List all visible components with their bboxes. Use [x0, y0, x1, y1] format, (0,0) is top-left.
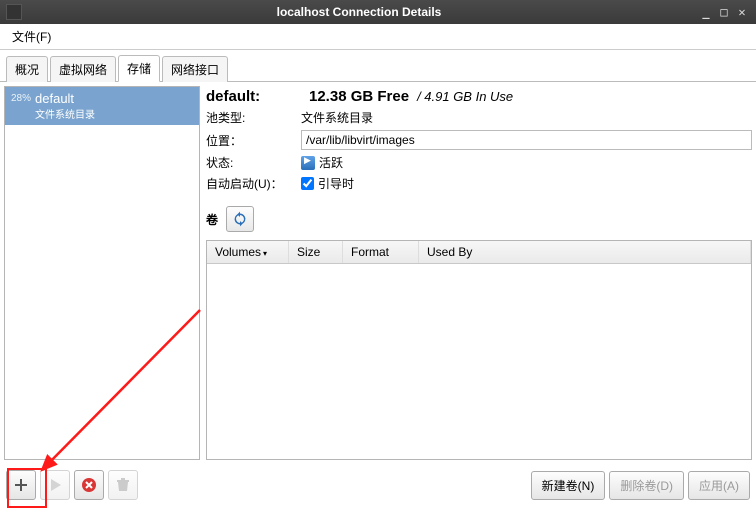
- detail-free-space: 12.38 GB Free: [309, 88, 409, 105]
- column-volumes[interactable]: Volumes▾: [207, 241, 289, 263]
- volumes-table-header: Volumes▾ Size Format Used By: [207, 241, 751, 264]
- plus-icon: [13, 477, 29, 493]
- tab-virtual-networks[interactable]: 虚拟网络: [50, 56, 116, 82]
- column-format[interactable]: Format: [343, 241, 419, 263]
- tab-network-interfaces[interactable]: 网络接口: [162, 56, 228, 82]
- play-icon: [301, 156, 315, 170]
- column-size[interactable]: Size: [289, 241, 343, 263]
- column-used-by[interactable]: Used By: [419, 241, 751, 263]
- autostart-label: 自动启动(U)：: [206, 175, 301, 192]
- menu-file[interactable]: 文件(F): [6, 25, 57, 48]
- add-pool-button[interactable]: [6, 470, 36, 500]
- location-label: 位置：: [206, 132, 301, 149]
- stop-icon: [81, 477, 97, 493]
- chevron-down-icon: ▾: [263, 249, 267, 258]
- volumes-label: 卷: [206, 211, 226, 228]
- delete-pool-button[interactable]: [108, 470, 138, 500]
- autostart-checkbox[interactable]: [301, 177, 314, 190]
- pool-usage-percent: 28%: [11, 93, 31, 104]
- menu-bar: 文件(F): [0, 24, 756, 50]
- start-pool-button[interactable]: [40, 470, 70, 500]
- minimize-button[interactable]: _: [698, 5, 714, 19]
- detail-used-space: / 4.91 GB In Use: [417, 89, 513, 104]
- trash-icon: [115, 477, 131, 493]
- refresh-button[interactable]: [226, 206, 254, 232]
- state-value: 活跃: [319, 154, 343, 171]
- tab-overview[interactable]: 概况: [6, 56, 48, 82]
- tab-bar: 概况 虚拟网络 存储 网络接口: [0, 50, 756, 82]
- volumes-table: Volumes▾ Size Format Used By: [206, 240, 752, 460]
- window-title: localhost Connection Details: [22, 5, 696, 19]
- state-label: 状态:: [206, 154, 301, 171]
- tab-storage[interactable]: 存储: [118, 55, 160, 82]
- refresh-icon: [232, 211, 248, 227]
- pool-type-value: 文件系统目录: [301, 109, 373, 126]
- storage-pool-list[interactable]: 28% default 文件系统目录: [4, 86, 200, 460]
- stop-pool-button[interactable]: [74, 470, 104, 500]
- autostart-value: 引导时: [318, 175, 354, 192]
- location-input[interactable]: [301, 130, 752, 150]
- pool-details-panel: default: 12.38 GB Free / 4.91 GB In Use …: [206, 86, 752, 460]
- pool-item-default[interactable]: 28% default 文件系统目录: [5, 87, 199, 125]
- pool-type-label: 池类型:: [206, 109, 301, 126]
- maximize-button[interactable]: □: [716, 5, 732, 19]
- pool-name: default: [35, 91, 95, 106]
- delete-volume-button[interactable]: 删除卷(D): [609, 471, 684, 500]
- play-icon: [47, 477, 63, 493]
- new-volume-button[interactable]: 新建卷(N): [531, 471, 606, 500]
- app-icon: [6, 4, 22, 20]
- window-titlebar: localhost Connection Details _ □ ✕: [0, 0, 756, 24]
- pool-type: 文件系统目录: [35, 106, 95, 121]
- detail-name-label: default:: [206, 88, 301, 105]
- apply-button[interactable]: 应用(A): [688, 471, 750, 500]
- bottom-toolbar: 新建卷(N) 删除卷(D) 应用(A): [0, 464, 756, 506]
- content-area: 28% default 文件系统目录 default: 12.38 GB Fre…: [0, 82, 756, 464]
- close-button[interactable]: ✕: [734, 5, 750, 19]
- volumes-table-body[interactable]: [207, 264, 751, 459]
